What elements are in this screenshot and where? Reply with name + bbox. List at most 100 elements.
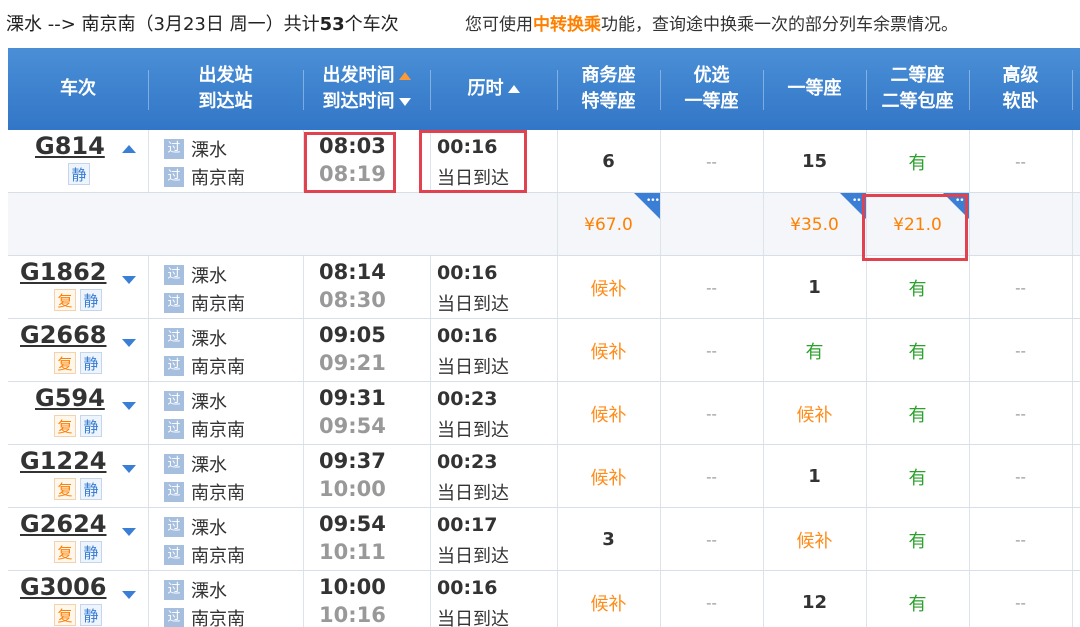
col-stations: 出发站 到达站 bbox=[148, 48, 303, 130]
seat-first-availability[interactable]: 有 bbox=[763, 319, 866, 382]
train-code-link[interactable]: G3006 bbox=[20, 573, 107, 601]
column-divider bbox=[430, 382, 431, 444]
sort-desc-icon[interactable] bbox=[398, 98, 411, 106]
pass-through-icon: 过 bbox=[164, 139, 184, 159]
col-times[interactable]: 出发时间 到达时间 bbox=[303, 48, 430, 130]
results-summary-bar: 溧水 --> 南京南（3月23日 周一）共计53个车次 您可使用中转换乘功能，查… bbox=[0, 0, 1080, 42]
col-premium-first-label: 一等座 bbox=[684, 91, 739, 112]
pass-through-icon: 过 bbox=[164, 356, 184, 376]
column-divider bbox=[1072, 571, 1073, 627]
quiet-car-badge[interactable]: 静 bbox=[80, 541, 102, 563]
train-code-link[interactable]: G594 bbox=[35, 384, 105, 412]
notice-suffix: 功能，查询途中换乘一次的部分列车余票情况。 bbox=[601, 15, 958, 35]
seat-premium-availability: -- bbox=[706, 593, 717, 612]
arrival-time: 09:54 bbox=[319, 414, 386, 438]
seat-second-availability[interactable]: 有 bbox=[866, 382, 969, 445]
transfer-link[interactable]: 中转换乘 bbox=[533, 15, 601, 35]
col-duration[interactable]: 历时 bbox=[430, 48, 557, 130]
quiet-car-badge[interactable]: 静 bbox=[80, 478, 102, 500]
pass-through-icon: 过 bbox=[164, 328, 184, 348]
arrival-time: 10:11 bbox=[319, 540, 386, 564]
seat-second-availability[interactable]: 有 bbox=[866, 319, 969, 382]
column-divider bbox=[148, 256, 149, 318]
seat-first-availability[interactable]: 15 bbox=[763, 130, 866, 193]
arrival-station: 南京南 bbox=[191, 357, 245, 378]
route-text: 溧水 --> 南京南（3月23日 周一）共计 bbox=[6, 14, 320, 35]
col-second-label: 二等座 bbox=[890, 65, 945, 86]
col-soft-label: 高级 bbox=[1002, 65, 1039, 86]
seat-business-availability[interactable]: 候补 bbox=[557, 571, 660, 627]
price-detail-corner-icon[interactable]: ••• bbox=[634, 193, 660, 219]
departure-station: 溧水 bbox=[191, 329, 227, 350]
arrival-day: 当日到达 bbox=[437, 609, 509, 627]
pass-through-icon: 过 bbox=[164, 454, 184, 474]
seat-first-availability[interactable]: 12 bbox=[763, 571, 866, 627]
seat-premium-availability: -- bbox=[706, 152, 717, 171]
departure-station: 溧水 bbox=[191, 266, 227, 287]
column-divider bbox=[148, 445, 149, 507]
sort-duration-icon[interactable] bbox=[507, 85, 520, 93]
seat-business-availability[interactable]: 3 bbox=[557, 508, 660, 571]
expand-arrow-icon[interactable] bbox=[122, 591, 136, 599]
column-divider bbox=[303, 445, 304, 507]
fuxing-badge: 复 bbox=[54, 604, 76, 626]
column-divider bbox=[1072, 130, 1073, 192]
arrival-day: 当日到达 bbox=[437, 483, 509, 504]
table-header: 车次 出发站 到达站 出发时间 到达时间 历时 商务座 特等座 优选 一等座 一等座 二… bbox=[8, 48, 1080, 130]
collapse-arrow-icon[interactable] bbox=[122, 145, 136, 153]
seat-business-availability[interactable]: 候补 bbox=[557, 256, 660, 319]
train-code-link[interactable]: G814 bbox=[35, 132, 105, 160]
seat-business-availability[interactable]: 候补 bbox=[557, 445, 660, 508]
header-divider bbox=[1072, 70, 1073, 110]
seat-business-availability[interactable]: 候补 bbox=[557, 319, 660, 382]
departure-time: 09:54 bbox=[319, 512, 386, 536]
quiet-car-badge[interactable]: 静 bbox=[80, 604, 102, 626]
expand-arrow-icon[interactable] bbox=[122, 276, 136, 284]
col-business: 商务座 特等座 bbox=[557, 48, 660, 130]
train-code-link[interactable]: G2668 bbox=[20, 321, 107, 349]
seat-first-availability[interactable]: 1 bbox=[763, 445, 866, 508]
seat-soft-availability: -- bbox=[1015, 404, 1026, 423]
train-code-link[interactable]: G1224 bbox=[20, 447, 107, 475]
pass-through-icon: 过 bbox=[164, 517, 184, 537]
price-detail-corner-icon[interactable]: ••• bbox=[840, 193, 866, 219]
pass-through-icon: 过 bbox=[164, 482, 184, 502]
column-divider bbox=[660, 193, 661, 255]
seat-second-availability[interactable]: 有 bbox=[866, 571, 969, 627]
seat-business-availability[interactable]: 6 bbox=[557, 130, 660, 193]
seat-first-availability[interactable]: 1 bbox=[763, 256, 866, 319]
quiet-car-badge[interactable]: 静 bbox=[80, 352, 102, 374]
departure-time: 09:31 bbox=[319, 386, 386, 410]
price-detail-dots: ••• bbox=[852, 196, 866, 206]
seat-second-availability[interactable]: 有 bbox=[866, 256, 969, 319]
arrival-time: 10:00 bbox=[319, 477, 386, 501]
train-code-link[interactable]: G1862 bbox=[20, 258, 107, 286]
seat-premium-availability: -- bbox=[706, 467, 717, 486]
quiet-car-badge[interactable]: 静 bbox=[80, 289, 102, 311]
seat-second-availability[interactable]: 有 bbox=[866, 445, 969, 508]
seat-second-availability[interactable]: 有 bbox=[866, 508, 969, 571]
seat-second-availability[interactable]: 有 bbox=[866, 130, 969, 193]
departure-station: 溧水 bbox=[191, 455, 227, 476]
train-code-link[interactable]: G2624 bbox=[20, 510, 107, 538]
seat-first-availability[interactable]: 候补 bbox=[763, 382, 866, 445]
sort-asc-icon[interactable] bbox=[398, 72, 411, 80]
col-train-label: 车次 bbox=[60, 78, 96, 99]
price-detail-corner-icon[interactable]: ••• bbox=[943, 193, 969, 219]
column-divider bbox=[1072, 319, 1073, 381]
arrival-station: 南京南 bbox=[191, 294, 245, 315]
seat-business-availability[interactable]: 候补 bbox=[557, 382, 660, 445]
expand-arrow-icon[interactable] bbox=[122, 402, 136, 410]
expand-arrow-icon[interactable] bbox=[122, 339, 136, 347]
seat-premium-availability: -- bbox=[706, 341, 717, 360]
expand-arrow-icon[interactable] bbox=[122, 528, 136, 536]
seat-first-availability[interactable]: 候补 bbox=[763, 508, 866, 571]
table-row: G1862 复静 过溧水过南京南 08:14 08:30 00:16 当日到达 候补 -- 1 有 -… bbox=[8, 256, 1080, 319]
arrival-station: 南京南 bbox=[191, 483, 245, 504]
departure-station: 溧水 bbox=[191, 518, 227, 539]
expand-arrow-icon[interactable] bbox=[122, 465, 136, 473]
quiet-car-badge[interactable]: 静 bbox=[80, 415, 102, 437]
col-business-label: 商务座 bbox=[581, 65, 636, 86]
quiet-car-badge[interactable]: 静 bbox=[68, 163, 90, 185]
travel-duration: 00:16 bbox=[437, 136, 498, 158]
